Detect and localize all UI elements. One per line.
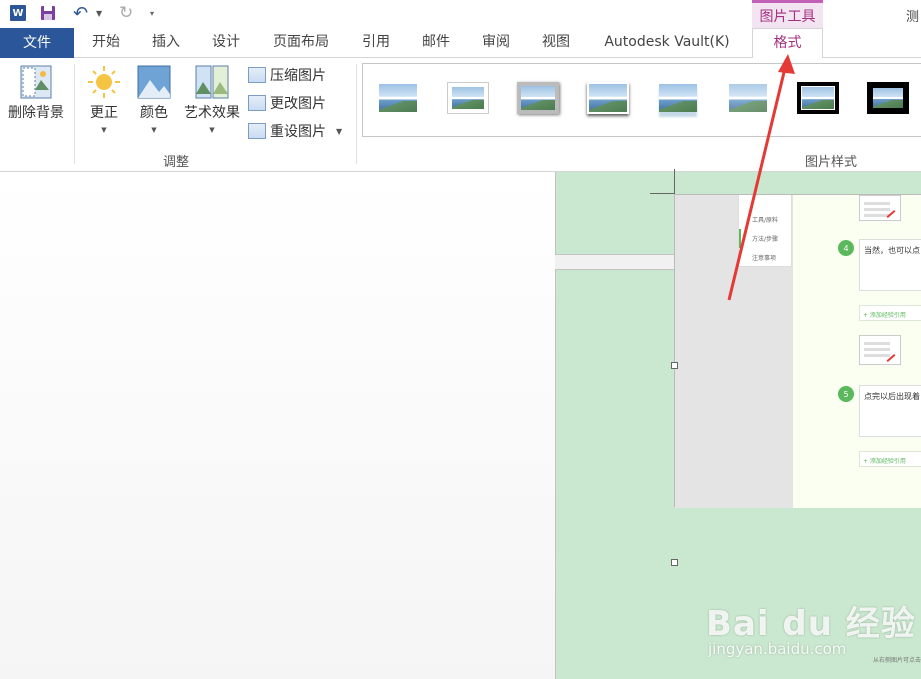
group-divider xyxy=(74,64,75,164)
menu-item: 注意事项 xyxy=(752,255,777,262)
watermark-note: 从右侧图片可点击 xyxy=(873,657,921,664)
chevron-down-icon: ▼ xyxy=(101,126,107,134)
tab-page-layout[interactable]: 页面布局 xyxy=(262,28,340,58)
resize-handle[interactable] xyxy=(671,362,678,369)
picture-style-thumbnail[interactable] xyxy=(587,82,629,114)
chevron-down-icon: ▼ xyxy=(209,126,215,134)
crop-mark xyxy=(674,169,675,194)
sun-icon xyxy=(88,66,120,98)
picture-style-thumbnail[interactable] xyxy=(517,82,559,114)
customize-qat-icon[interactable]: ▾ xyxy=(150,4,154,22)
menu-item: 工具/原料 xyxy=(752,217,779,224)
word-window: W ↶ ▼ ↻ ▾ 图片工具 测 文件 开始 插入 设计 页面布局 引用 邮件 … xyxy=(0,0,921,679)
corrections-button[interactable]: 更正 ▼ xyxy=(84,64,124,134)
ribbon-tabs: 文件 开始 插入 设计 页面布局 引用 邮件 审阅 视图 Autodesk Va… xyxy=(0,28,921,59)
step-number: 5 xyxy=(838,386,854,402)
screenshot-thumbnail xyxy=(859,335,901,365)
picture-style-thumbnail[interactable] xyxy=(447,82,489,114)
crop-mark xyxy=(650,193,675,194)
selected-picture[interactable]: 工具/原料 方法/步骤 注意事项 4 当然，也可以点 + 添加经验引用 5 点完… xyxy=(674,194,921,508)
picture-tools-context-label: 图片工具 xyxy=(752,0,823,28)
remove-background-label: 删除背景 xyxy=(8,105,64,121)
resize-handle[interactable] xyxy=(671,559,678,566)
redo-icon[interactable]: ↻ xyxy=(119,3,133,23)
compress-icon xyxy=(248,67,266,83)
compress-pictures-button[interactable]: 压缩图片 xyxy=(248,64,326,86)
adjust-group-label: 调整 xyxy=(163,155,190,170)
menu-item: 方法/步骤 xyxy=(739,229,791,248)
change-picture-icon xyxy=(248,95,266,111)
tab-file[interactable]: 文件 xyxy=(0,28,74,58)
compress-label: 压缩图片 xyxy=(270,68,326,84)
save-icon[interactable] xyxy=(40,5,56,21)
group-divider xyxy=(356,64,357,164)
step-number: 4 xyxy=(838,240,854,256)
artistic-effects-label: 艺术效果 xyxy=(184,105,240,121)
remove-background-button[interactable]: 删除背景 xyxy=(4,64,68,122)
picture-style-thumbnail[interactable] xyxy=(867,82,909,114)
ribbon: 删除背景 更正 ▼ 颜色 ▼ 艺术效果 ▼ 压缩图片 更改图片 重设图片 ▼ 调… xyxy=(0,58,921,172)
picture-styles-group-label: 图片样式 xyxy=(805,155,858,170)
picture-styles-gallery xyxy=(362,63,921,137)
reset-picture-label: 重设图片 xyxy=(270,124,326,140)
picture-style-thumbnail[interactable] xyxy=(797,82,839,114)
picture-menu: 工具/原料 方法/步骤 注意事项 xyxy=(738,195,792,267)
picture-style-thumbnail[interactable] xyxy=(657,82,699,114)
screenshot-thumbnail xyxy=(859,195,901,221)
corrections-label: 更正 xyxy=(90,105,118,121)
baidu-watermark: Bai du 经验 xyxy=(706,604,916,644)
add-reference-link: + 添加经验引用 xyxy=(859,451,921,467)
document-background xyxy=(0,172,555,679)
change-picture-label: 更改图片 xyxy=(270,96,326,112)
artistic-effects-button[interactable]: 艺术效果 ▼ xyxy=(180,64,244,134)
picture-color-icon xyxy=(137,65,171,99)
reset-picture-button[interactable]: 重设图片 ▼ xyxy=(248,120,342,142)
quick-access-toolbar: W ↶ ▼ ↻ ▾ 图片工具 测 xyxy=(0,0,921,28)
tab-home[interactable]: 开始 xyxy=(80,28,132,58)
tab-autodesk-vault[interactable]: Autodesk Vault(K) xyxy=(592,28,742,58)
tab-references[interactable]: 引用 xyxy=(350,28,402,58)
undo-icon[interactable]: ↶ xyxy=(73,3,88,24)
word-logo-icon[interactable]: W xyxy=(10,5,26,21)
artistic-effects-icon xyxy=(195,65,229,99)
chevron-down-icon[interactable]: ▼ xyxy=(336,127,342,136)
chevron-down-icon: ▼ xyxy=(151,126,157,134)
tab-insert[interactable]: 插入 xyxy=(140,28,192,58)
watermark-url: jingyan.baidu.com xyxy=(708,640,847,658)
undo-dropdown-icon[interactable]: ▼ xyxy=(96,4,102,22)
color-button[interactable]: 颜色 ▼ xyxy=(134,64,174,134)
tab-review[interactable]: 审阅 xyxy=(470,28,522,58)
add-reference-link: + 添加经验引用 xyxy=(859,305,921,321)
step-text: 点完以后出现着 xyxy=(859,385,921,437)
step-text: 当然，也可以点 xyxy=(859,239,921,291)
picture-content: 4 当然，也可以点 + 添加经验引用 5 点完以后出现着 + 添加经验引用 xyxy=(793,195,921,508)
tab-format[interactable]: 格式 xyxy=(752,28,823,59)
picture-style-thumbnail[interactable] xyxy=(377,82,419,114)
document-title: 测 xyxy=(906,10,920,25)
color-label: 颜色 xyxy=(140,105,168,121)
tab-design[interactable]: 设计 xyxy=(200,28,252,58)
picture-style-thumbnail[interactable] xyxy=(727,82,769,114)
tab-mailings[interactable]: 邮件 xyxy=(410,28,462,58)
remove-background-icon xyxy=(20,65,52,99)
change-picture-button[interactable]: 更改图片 xyxy=(248,92,326,114)
picture-sidebar: 工具/原料 方法/步骤 注意事项 xyxy=(675,195,793,508)
tab-view[interactable]: 视图 xyxy=(530,28,582,58)
reset-picture-icon xyxy=(248,123,266,139)
